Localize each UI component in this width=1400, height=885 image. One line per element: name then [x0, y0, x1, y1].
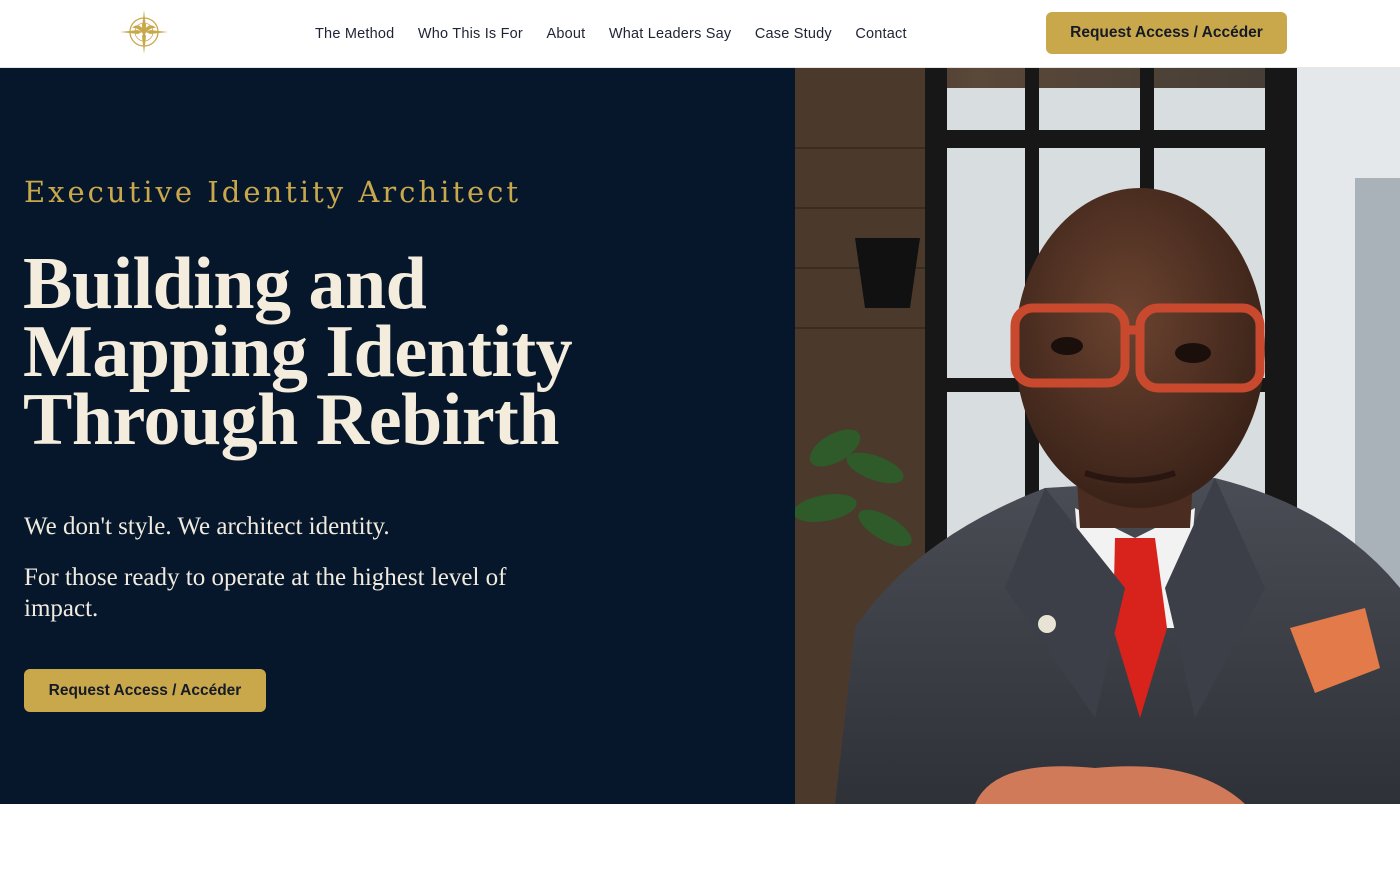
nav-item-contact[interactable]: Contact: [855, 26, 906, 42]
nav-item-who-this-is-for[interactable]: Who This Is For: [418, 26, 523, 42]
phoenix-compass-logo-icon[interactable]: [118, 8, 170, 56]
page-background-below-hero: [0, 804, 1400, 885]
site-header: The Method Who This Is For About What Le…: [0, 0, 1400, 68]
headline-line-2: Mapping Identity: [23, 311, 573, 393]
nav-item-the-method[interactable]: The Method: [315, 26, 394, 42]
hero-subtitle: We don't style. We architect identity.: [24, 513, 390, 540]
hero-eyebrow: Executive Identity Architect: [24, 175, 522, 209]
hero-description: For those ready to operate at the highes…: [24, 564, 507, 622]
main-nav: The Method Who This Is For About What Le…: [315, 0, 930, 68]
portrait-photo: [795, 68, 1400, 804]
portrait-photo-icon: [795, 68, 1400, 804]
nav-item-case-study[interactable]: Case Study: [755, 26, 832, 42]
header-request-access-button[interactable]: Request Access / Accéder: [1046, 12, 1287, 54]
headline-line-3: Through Rebirth: [23, 379, 559, 461]
hero-headline: Building and Mapping Identity Through Re…: [23, 243, 623, 461]
nav-item-what-leaders-say[interactable]: What Leaders Say: [609, 26, 732, 42]
hero-section: Executive Identity Architect Building an…: [0, 68, 795, 804]
hero-request-access-button[interactable]: Request Access / Accéder: [24, 669, 266, 712]
nav-item-about[interactable]: About: [546, 26, 585, 42]
headline-line-1: Building and: [23, 243, 427, 325]
